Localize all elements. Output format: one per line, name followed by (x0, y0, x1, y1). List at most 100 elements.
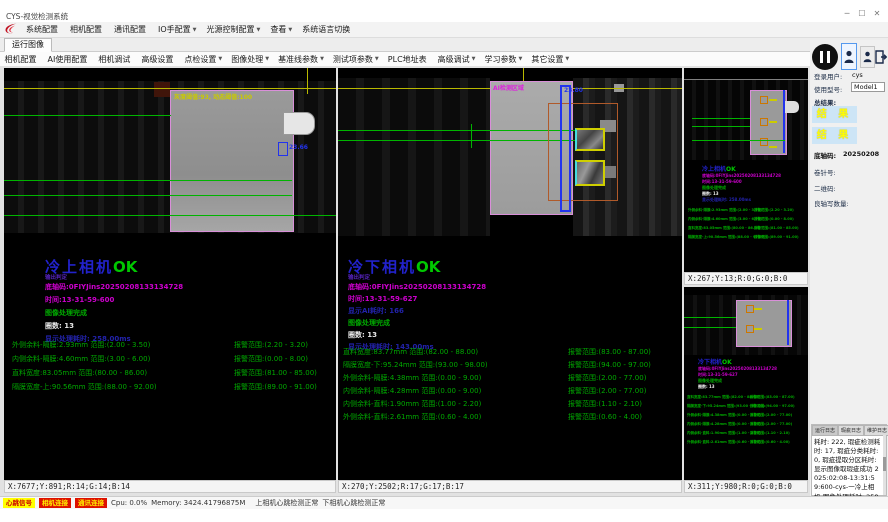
flaw-marker (760, 118, 768, 126)
toolbar: 相机配置 AI使用配置 相机调试 高级设置 点检设置▼ 图像处理▼ 基准线参数▼… (0, 52, 810, 67)
thumbnail-lower-pixel-status: X:311;Y:980;R:0;G:0;B:0 (684, 480, 808, 493)
tool-image-processing[interactable]: 图像处理▼ (227, 54, 274, 65)
roi-electrode-block (736, 300, 792, 347)
mini-alarm: 报警范围:(0.00 - 8.00) (754, 217, 794, 222)
measure-marker-rect (560, 85, 571, 212)
mini-elapsed-line: 显示处理耗时: 258.00ms (702, 197, 751, 203)
alarm-range-text: 报警范围:(0.60 - 4.00) (568, 412, 642, 422)
baseline-line (692, 126, 750, 127)
mini-alarm: 报警范围:(1.10 - 2.10) (750, 431, 790, 436)
mini-measurement: 直料宽度:83.77mm 范围:(82.00 - 88.00) (687, 395, 760, 400)
measurement-text: 外侧余料-隔膜:2.93mm 范围:(2.00 - 3.50) (12, 340, 150, 350)
tool-camera-config[interactable]: 相机配置 (0, 54, 43, 65)
tool-ai-usage-config[interactable]: AI使用配置 (43, 54, 94, 65)
maximize-button[interactable]: ☐ (855, 9, 869, 18)
alarm-range-text: 报警范围:(1.10 - 2.10) (568, 399, 642, 409)
mini-camera-title: 冷上相机OK (702, 164, 736, 173)
menu-camera-config[interactable]: 相机配置 (65, 24, 109, 35)
measurement-text: 隔膜宽度-上:90.56mm 范围:(88.00 - 92.00) (12, 382, 157, 392)
exit-button[interactable] (874, 44, 887, 69)
user-login-button[interactable] (841, 43, 857, 70)
flaw-marker-label (754, 328, 762, 330)
log-scrollbar-thumb[interactable] (883, 457, 886, 471)
lower-view-pixel-status: X:270;Y:2502;R:17;G:17;B:17 (338, 480, 682, 493)
close-button[interactable]: ✕ (870, 9, 884, 18)
thumbnail-view-upper[interactable]: 冷上相机OK 底轴码:0FIYJins20250208133134728 时间:… (684, 68, 808, 272)
tool-other-settings[interactable]: 其它设置▼ (527, 54, 574, 65)
measurement-text: 内侧余料-直料:1.90mm 范围:(1.00 - 2.20) (343, 399, 481, 409)
tab-defect-log[interactable]: 瑕疵日志 (838, 425, 864, 436)
flaw-marker (760, 96, 768, 104)
camera-view-lower[interactable]: AI检测区域 23.80 冷下相机OK 输出判定 底轴码:0FIYJins202… (338, 68, 682, 480)
chevron-down-icon: ▼ (288, 27, 292, 33)
measure-marker-value: 23.80 (564, 87, 583, 94)
tab-connector-feature (283, 112, 315, 135)
ai-elapsed-line: 显示AI耗时: 166 (348, 306, 404, 316)
tool-baseline-params[interactable]: 基准线参数▼ (274, 54, 329, 65)
thumbnail-upper-pixel-status: X:267;Y:13;R:0;G:0;B:0 (684, 272, 808, 285)
barcode-line: 底轴码:0FIYJins20250208133134728 (348, 282, 486, 292)
chevron-down-icon: ▼ (519, 56, 523, 62)
menu-view[interactable]: 查看▼ (265, 24, 297, 35)
mini-measurement: 直料宽度:83.05mm 范围:(80.00 - 86.00) (688, 226, 761, 231)
mini-alarm: 报警范围:(81.00 - 85.00) (754, 226, 799, 231)
ruler-line-horizontal (4, 88, 336, 89)
tool-test-params[interactable]: 测试项参数▼ (328, 54, 383, 65)
chevron-down-icon: ▼ (193, 27, 197, 33)
measure-marker-line (787, 300, 789, 345)
process-status-line: 图像处理完成 (45, 308, 87, 318)
flaw-marker-label (769, 99, 777, 101)
baseline-line (692, 140, 785, 141)
roi-electrode-block (170, 90, 294, 232)
comm-connection-badge: 通讯连接 (75, 498, 107, 508)
tool-camera-debug[interactable]: 相机调试 (94, 54, 137, 65)
tool-advanced-debug[interactable]: 高级调试▼ (433, 54, 480, 65)
login-user-value: cys (852, 71, 863, 79)
mini-alarm: 报警范围:(2.00 - 77.00) (750, 413, 792, 418)
tab-run-image[interactable]: 运行图像 (4, 38, 52, 52)
ruler-line-vertical (307, 68, 308, 94)
mini-alarm: 报警范围:(2.00 - 77.00) (750, 422, 792, 427)
result-box-2: 结 果 (812, 127, 857, 144)
bottom-axis-code-value: 20250208 (843, 150, 879, 158)
login-user-label: 登录用户: (814, 71, 842, 81)
measurement-text: 隔膜宽度-下:95.24mm 范围:(93.00 - 98.00) (343, 360, 488, 370)
model-select[interactable]: Model1 (851, 82, 885, 92)
menu-system-config[interactable]: 系统配置 (21, 24, 65, 35)
menu-language-switch[interactable]: 系统语言切换 (297, 24, 355, 35)
pause-button[interactable] (812, 44, 838, 70)
ai-region-label: AI检测区域 (493, 83, 524, 92)
right-panel: 登录用户: cys 使用型号: Model1 总结果: 结 果 结 果 底轴码:… (810, 40, 888, 496)
flaw-marker-label (754, 308, 762, 310)
flaw-marker (746, 305, 754, 313)
mini-alarm: 报警范围:(2.20 - 3.20) (754, 208, 794, 213)
measurement-text: 内侧余料-隔膜:4.60mm 范围:(3.00 - 6.00) (12, 354, 150, 364)
alarm-range-text: 报警范围:(83.00 - 87.00) (568, 347, 651, 357)
app-logo-icon (0, 20, 21, 39)
baseline-line (4, 195, 292, 196)
tool-advanced-settings[interactable]: 高级设置 (137, 54, 180, 65)
user-icon (863, 51, 872, 63)
tool-spot-check[interactable]: 点检设置▼ (180, 54, 227, 65)
mini-measurement: 外侧余料-隔膜:2.93mm 范围:(2.00 - 3.50) (688, 208, 762, 213)
tab-run-log[interactable]: 运行日志 (812, 425, 838, 436)
log-tabs: 运行日志 瑕疵日志 维护日志 (812, 425, 886, 436)
menu-light-config[interactable]: 光源控制配置▼ (202, 24, 266, 35)
tool-learning-params[interactable]: 学习参数▼ (480, 54, 527, 65)
baseline-line-vertical (471, 124, 472, 148)
log-scrollbar[interactable] (883, 435, 886, 495)
measurement-text: 直料宽度:83.05mm 范围:(80.00 - 86.00) (12, 368, 147, 378)
needle-number-label: 卷针号: (814, 167, 836, 177)
minimize-button[interactable]: ─ (840, 9, 854, 18)
user-switch-button[interactable] (860, 46, 875, 68)
measure-marker-value: 23.66 (289, 144, 308, 151)
pause-icon (820, 51, 823, 63)
tool-plc-address-table[interactable]: PLC地址表 (383, 54, 433, 65)
camera-connection-badge: 相机连接 (39, 498, 71, 508)
menu-comm-config[interactable]: 通讯配置 (109, 24, 153, 35)
time-line: 时间:13-31-59-600 (45, 295, 114, 305)
exit-door-icon (875, 50, 887, 64)
menu-io-config[interactable]: IO手配置▼ (153, 24, 202, 35)
thumbnail-view-lower[interactable]: 冷下相机OK 底轴码:0FIYJins20250208133134728 时间:… (684, 287, 808, 480)
camera-view-upper[interactable]: 灰度阈值:93, 动态阈值:100 23.66 冷上相机OK 输出判定 底轴码:… (4, 68, 336, 480)
